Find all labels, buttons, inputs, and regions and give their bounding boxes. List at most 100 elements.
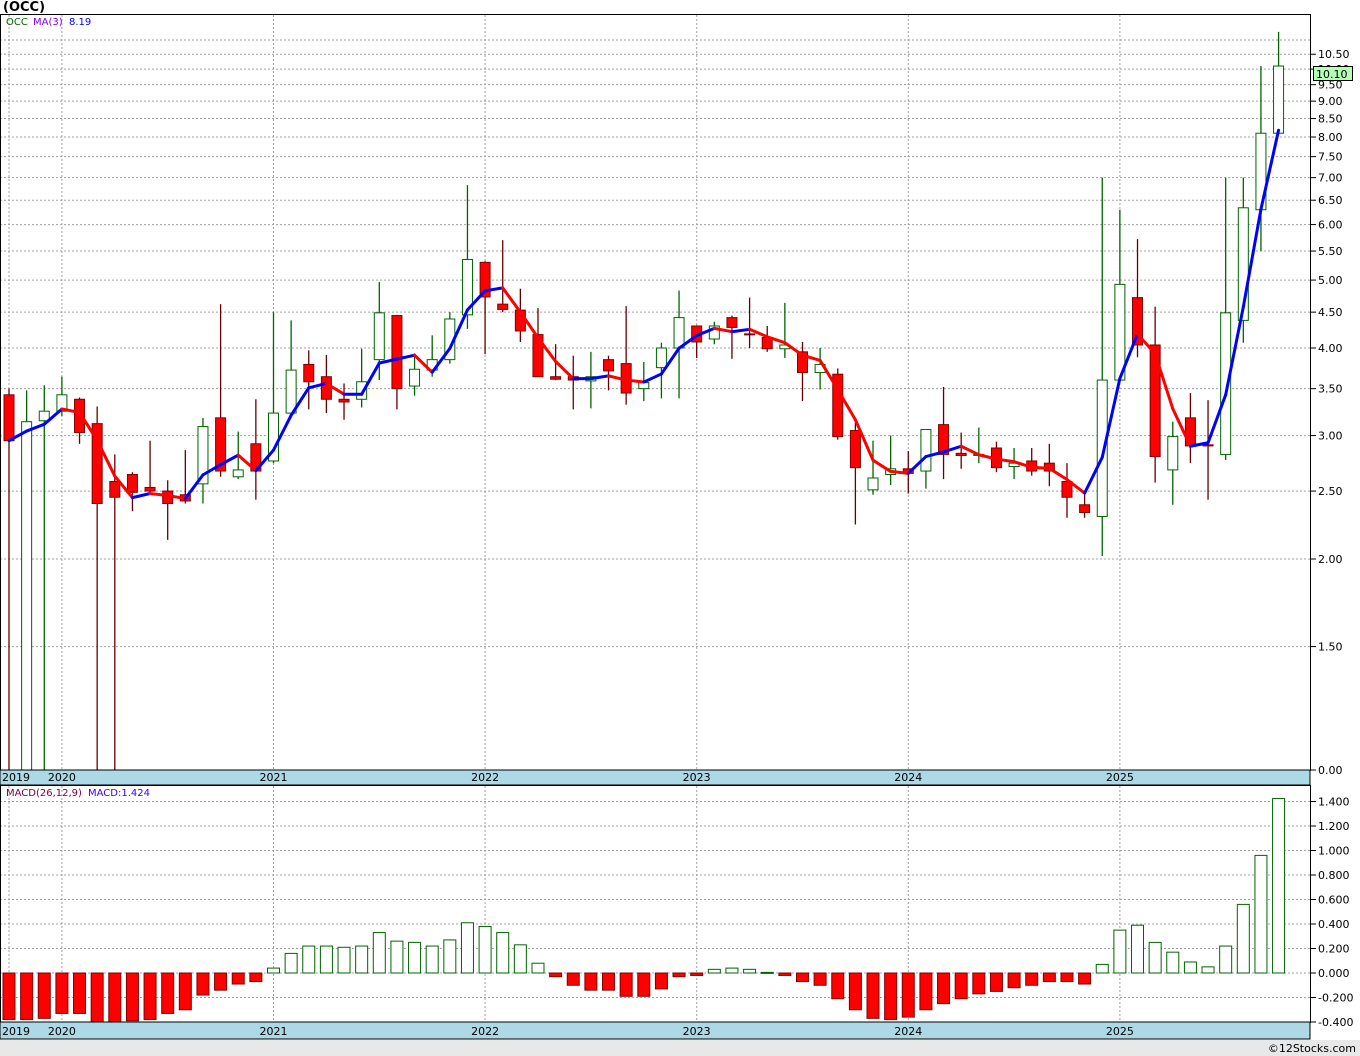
- macd-bar: [795, 972, 809, 983]
- price-tick-label: 8.00: [1318, 131, 1343, 144]
- macd-bar: [302, 945, 316, 974]
- price-tick-label: 7.50: [1318, 151, 1343, 164]
- macd-tick-label: -0.200: [1318, 992, 1353, 1005]
- ma-segment: [642, 372, 663, 384]
- year-label: 2024: [894, 771, 922, 784]
- macd-bar: [919, 972, 933, 1011]
- macd-bar: [707, 968, 721, 974]
- price-tick-label: 9.00: [1318, 95, 1343, 108]
- macd-bar: [73, 972, 87, 1014]
- candle-body: [3, 394, 15, 442]
- candle: [938, 386, 950, 480]
- macd-bar: [284, 952, 298, 974]
- macd-tick-label: 0.600: [1318, 894, 1350, 907]
- chart-title: (OCC): [3, 0, 45, 15]
- candle: [1061, 463, 1073, 518]
- macd-bar: [1007, 972, 1021, 989]
- macd-tick-label: 0.800: [1318, 869, 1350, 882]
- candle-body: [603, 359, 615, 372]
- candle: [91, 406, 103, 770]
- candle-body: [285, 369, 297, 414]
- candle-body: [726, 317, 738, 328]
- candle: [1079, 493, 1091, 518]
- legend-indicator: MA(3): [33, 17, 63, 28]
- macd-tick-label: 1.000: [1318, 845, 1350, 858]
- candle-body: [744, 333, 756, 336]
- macd-bars: [2, 798, 1286, 1024]
- candle: [603, 355, 615, 391]
- macd-bar: [1148, 941, 1162, 974]
- macd-bar: [125, 972, 139, 1022]
- year-label: 2025: [1106, 771, 1134, 784]
- price-tick-label: 5.50: [1318, 245, 1343, 258]
- macd-bar: [443, 939, 457, 974]
- macd-bar: [90, 972, 104, 1023]
- price-axis: 10.5010.009.509.008.508.007.507.006.506.…: [1310, 48, 1350, 777]
- ma-segment: [871, 458, 893, 473]
- candle: [3, 388, 15, 770]
- ma-segment: [730, 327, 752, 334]
- candle: [1114, 209, 1126, 381]
- candle: [391, 314, 403, 410]
- candle: [796, 341, 808, 402]
- year-label: 2025: [1106, 1025, 1134, 1038]
- macd-bar: [196, 972, 210, 996]
- macd-bar: [337, 946, 351, 974]
- macd-bar: [637, 972, 651, 997]
- candle: [285, 320, 297, 415]
- ma-segment: [889, 469, 910, 475]
- candle: [744, 297, 756, 348]
- macd-tick-label: 0.400: [1318, 918, 1350, 931]
- macd-tick-label: 1.200: [1318, 820, 1350, 833]
- macd-bar: [2, 972, 16, 1021]
- macd-bar: [1254, 854, 1268, 974]
- price-tick-label: 8.50: [1318, 113, 1343, 126]
- candle: [303, 350, 315, 410]
- candle: [1096, 177, 1108, 556]
- candle: [38, 385, 50, 770]
- candle: [21, 390, 33, 771]
- candle: [109, 454, 121, 770]
- macd-bar: [602, 972, 616, 991]
- candle-body: [1273, 65, 1285, 134]
- candle: [832, 368, 844, 440]
- macd-bar: [1166, 951, 1180, 974]
- year-label: 2021: [259, 1025, 287, 1038]
- ma-segment: [554, 359, 575, 381]
- candle: [708, 321, 720, 345]
- macd-bar: [848, 972, 862, 1011]
- macd-bar: [531, 962, 545, 974]
- macd-bar: [1219, 945, 1233, 974]
- macd-bar: [390, 940, 404, 974]
- price-tick-label: 2.50: [1318, 485, 1343, 498]
- macd-legend-value: MACD:1.424: [88, 788, 150, 799]
- stock-chart: (OCC) 10.5010.009.509.008.508.007.507.00…: [0, 0, 1360, 1056]
- macd-bar: [778, 972, 792, 976]
- candle-body: [373, 312, 385, 361]
- legend-ma-value: 8.19: [69, 17, 91, 28]
- macd-bar: [1078, 972, 1092, 985]
- candle: [250, 399, 262, 500]
- macd-bar: [1113, 929, 1127, 974]
- macd-bar: [478, 925, 492, 974]
- macd-bar: [20, 972, 34, 1021]
- candle: [1202, 400, 1214, 500]
- ma-segment: [1047, 466, 1069, 482]
- copyright: ©12Stocks.com: [1268, 1042, 1356, 1055]
- candle-body: [849, 430, 861, 469]
- macd-bar: [37, 972, 51, 1019]
- macd-bar: [989, 972, 1003, 992]
- macd-bar: [178, 972, 192, 1011]
- macd-bar: [496, 932, 510, 974]
- macd-bar: [425, 945, 439, 974]
- candle: [691, 325, 703, 359]
- macd-bar: [760, 971, 774, 974]
- candle-body: [550, 376, 562, 380]
- macd-bar: [566, 972, 580, 986]
- macd-bar: [249, 972, 263, 983]
- candle: [144, 440, 156, 493]
- macd-bar: [55, 972, 69, 1014]
- macd-bar: [108, 972, 122, 1024]
- candle-body: [303, 363, 315, 383]
- price-tick-label: 7.00: [1318, 172, 1343, 185]
